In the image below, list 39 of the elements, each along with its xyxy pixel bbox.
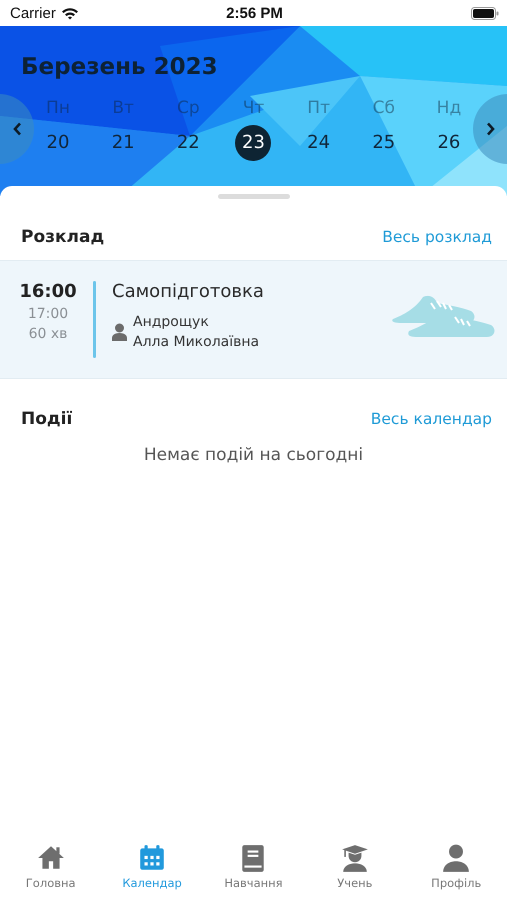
- person-icon: [441, 843, 472, 873]
- see-all-link[interactable]: Весь розклад: [382, 228, 492, 246]
- weekday-label: Сб: [372, 98, 395, 118]
- tab-item[interactable]: Календар: [106, 841, 198, 892]
- month-title: Березень 2023: [21, 54, 219, 82]
- section-title: Події: [21, 409, 72, 429]
- battery-icon: [470, 6, 499, 20]
- date-button[interactable]: 21: [105, 124, 142, 160]
- section-title: Розклад: [21, 227, 104, 247]
- see-all-link[interactable]: Весь календар: [370, 410, 492, 428]
- teacher-name: Андрощук Алла Миколаївна: [133, 313, 260, 352]
- chevron-left-icon: [12, 122, 22, 136]
- empty-events-message: Немає подій на сьогодні: [142, 445, 364, 465]
- weekday-label: Пт: [307, 98, 330, 118]
- carrier-label: Carrier: [10, 4, 56, 22]
- status-time: 2:56 PM: [226, 4, 283, 22]
- drag-handle[interactable]: [218, 194, 290, 199]
- person-icon: [112, 323, 127, 341]
- date-button[interactable]: 22: [170, 124, 206, 160]
- weekday-label: Нд: [436, 98, 462, 118]
- date-button[interactable]: 25: [366, 124, 402, 160]
- chevron-right-icon: [486, 122, 494, 136]
- date-button[interactable]: 20: [40, 124, 76, 160]
- weekday-label: Ср: [176, 98, 200, 118]
- tab-item[interactable]: Профіль: [410, 841, 502, 892]
- tab-item[interactable]: Учень: [308, 841, 401, 892]
- end-time: 17:00: [28, 306, 68, 322]
- wifi-icon: [60, 6, 79, 20]
- weekday-label: Пн: [46, 98, 70, 118]
- duration-label: 60 хв: [28, 326, 68, 342]
- weekday-label: Вт: [112, 98, 134, 118]
- tab-item[interactable]: Головна: [4, 841, 97, 892]
- start-time: 16:00: [19, 281, 77, 302]
- weekday-label: Чт: [242, 98, 264, 118]
- date-button[interactable]: 24: [300, 124, 337, 160]
- lesson-name: Самопідготовка: [112, 281, 264, 302]
- graduate-icon: [340, 843, 370, 873]
- tab-item[interactable]: Навчання: [207, 841, 300, 892]
- lesson-card[interactable]: 16:00 17:00 60 хв Самопідготовка Андрощук Алла Миколаївна: [0, 260, 507, 379]
